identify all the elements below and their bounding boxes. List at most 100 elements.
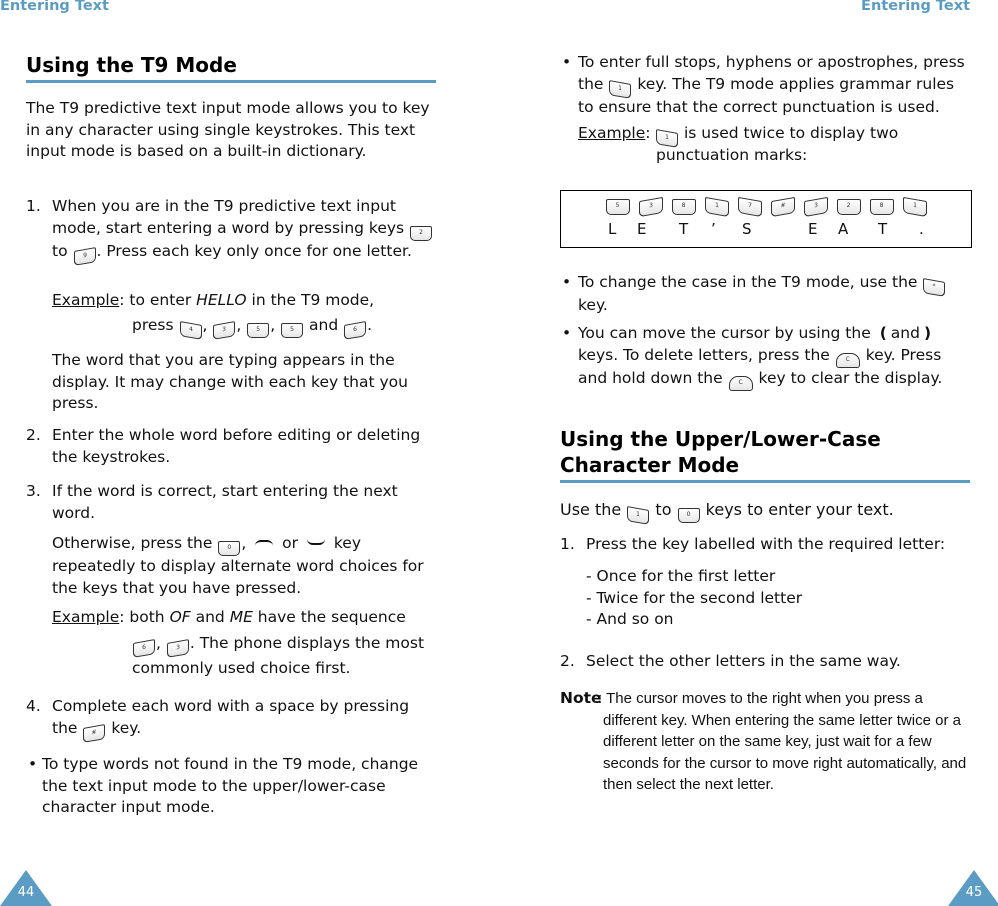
step-text: Otherwise, press the bbox=[52, 534, 213, 552]
example-letter: ’ bbox=[711, 220, 716, 238]
bullet-icon: • bbox=[562, 324, 572, 342]
sub-item: - And so on bbox=[586, 610, 674, 628]
bullet-text: You can move the cursor by using the bbox=[578, 324, 871, 342]
example-text: press bbox=[132, 316, 174, 334]
key-4-icon: 4 bbox=[179, 321, 202, 340]
key-0-icon: 0 bbox=[677, 508, 700, 523]
title-rule bbox=[560, 480, 970, 483]
example-hello-keys: press 4, 3, 5, 5 and 6. bbox=[132, 315, 442, 340]
bullet-punctuation: To enter full stops, hyphens or apostrop… bbox=[578, 52, 973, 118]
example-hello: Example: to enter HELLO in the T9 mode, bbox=[52, 290, 437, 312]
example-punctuation-text: is used twice to display two punctuation… bbox=[656, 124, 899, 164]
key-3-icon: 3 bbox=[213, 321, 236, 340]
key-5-icon: 5 bbox=[281, 323, 304, 338]
bullet-case: To change the case in the T9 mode, use t… bbox=[578, 272, 973, 317]
key-1-icon: 1 bbox=[627, 506, 650, 525]
key-3-icon: 3 bbox=[166, 639, 189, 658]
bullet-text: and bbox=[890, 324, 920, 342]
right-nav-key-icon: ) bbox=[923, 324, 932, 342]
bullet-text: key. bbox=[578, 296, 608, 314]
bullet-text: key to clear the display. bbox=[758, 368, 943, 387]
step-3-text: If the word is correct, start entering t… bbox=[52, 482, 398, 522]
section-title: Using the Upper/Lower-Case Character Mod… bbox=[560, 426, 881, 478]
example-text: and bbox=[190, 608, 230, 626]
key-3-icon: 3 bbox=[638, 196, 663, 218]
step-number: 2. bbox=[26, 426, 41, 444]
note-text: : The cursor moves to the right when you… bbox=[598, 690, 967, 793]
bullet-icon: • bbox=[562, 53, 572, 71]
step-number: 2. bbox=[560, 652, 575, 670]
step-number: 3. bbox=[26, 482, 41, 500]
intro-text: keys to enter your text. bbox=[705, 500, 894, 519]
example-text: : both bbox=[119, 608, 170, 626]
example-text: and bbox=[309, 316, 339, 334]
intro-paragraph: The T9 predictive text input mode allows… bbox=[26, 99, 430, 160]
intro-text: Use the bbox=[560, 500, 622, 519]
example-label: Example bbox=[52, 608, 120, 626]
step-4-text: Complete each word with a space by press… bbox=[52, 696, 437, 743]
sub-item: - Twice for the second letter bbox=[586, 588, 803, 607]
key-5-icon: 5 bbox=[605, 199, 630, 215]
right-page: Entering Text • To enter full stops, hyp… bbox=[528, 0, 998, 906]
example-of-me-keys: 6, 3. The phone displays the most common… bbox=[132, 634, 425, 677]
example-letter: . bbox=[919, 220, 924, 238]
bullet-text: keys. To delete letters, press the bbox=[578, 345, 830, 364]
example-label: Example bbox=[578, 124, 646, 142]
section-title: Using the T9 Mode bbox=[26, 53, 237, 77]
page-number: 45 bbox=[965, 885, 983, 900]
key-hash-space-icon: # bbox=[83, 723, 106, 743]
example-text: have the sequence bbox=[252, 608, 406, 626]
step-2-text: Enter the whole word before editing or d… bbox=[52, 426, 421, 466]
example-label: Example bbox=[52, 291, 120, 309]
example-letter: E bbox=[637, 220, 647, 238]
key-8-icon: 8 bbox=[869, 199, 894, 215]
key-2-icon: 2 bbox=[410, 225, 433, 241]
key-5-icon: 5 bbox=[247, 323, 270, 338]
clear-key-icon: C bbox=[728, 375, 753, 391]
example-text: : to enter bbox=[119, 291, 197, 309]
down-key-icon bbox=[306, 538, 325, 545]
intro-paragraph: Use the 1 to 0 keys to enter your text. bbox=[560, 499, 970, 525]
example-letter: S bbox=[742, 220, 752, 238]
example-letter: T bbox=[679, 220, 689, 238]
key-1-icon: 1 bbox=[902, 196, 927, 218]
section-title-line: Character Mode bbox=[560, 453, 740, 477]
example-letter: E bbox=[808, 220, 818, 238]
key-2-icon: 2 bbox=[836, 199, 861, 215]
clear-key-icon: C bbox=[835, 352, 860, 368]
keystroke-example-box: 5 3 8 1 7 #3 2 8 1 L E T’ S E A T. bbox=[560, 190, 972, 248]
note-label: Note bbox=[560, 688, 602, 710]
key-3-icon: 3 bbox=[803, 196, 828, 218]
bullet-cursor: You can move the cursor by using the (an… bbox=[578, 323, 973, 391]
key-0-icon: 0 bbox=[218, 541, 241, 556]
step-number: 4. bbox=[26, 697, 41, 715]
left-page: Entering Text Using the T9 Mode The T9 p… bbox=[0, 0, 470, 906]
key-star-icon: * bbox=[923, 278, 946, 297]
section-title-line: Using the Upper/Lower-Case bbox=[560, 427, 881, 451]
step-text: key. bbox=[111, 718, 142, 737]
bullet-icon: • bbox=[28, 755, 38, 773]
step-text: Complete each word with a space by press… bbox=[52, 697, 410, 737]
step-text: When you are in the T9 predictive text i… bbox=[52, 197, 405, 237]
step-number: 1. bbox=[560, 535, 575, 553]
step-1-followup: The word that you are typing appears in … bbox=[52, 351, 408, 412]
key-9-icon: 9 bbox=[73, 246, 96, 266]
key-7-icon: 7 bbox=[737, 196, 762, 218]
up-key-icon bbox=[255, 540, 274, 547]
left-nav-key-icon: ( bbox=[879, 324, 887, 342]
example-word: ME bbox=[229, 608, 253, 626]
key-6-icon: 6 bbox=[133, 639, 155, 658]
page-number: 44 bbox=[17, 885, 35, 900]
example-text: in the T9 mode, bbox=[246, 291, 375, 309]
example-letter: L bbox=[608, 220, 617, 238]
step-text: . Press each key only once for one lette… bbox=[96, 241, 412, 260]
step-3-otherwise: Otherwise, press the 0, or key repeatedl… bbox=[52, 534, 424, 597]
example-word: OF bbox=[169, 608, 191, 626]
title-rule bbox=[26, 80, 436, 83]
key-6-icon: 6 bbox=[344, 321, 367, 340]
bullet-text: To type words not found in the T9 mode, … bbox=[42, 755, 419, 816]
step-number: 1. bbox=[26, 197, 41, 215]
running-head: Entering Text bbox=[861, 0, 970, 14]
sub-item-list: - Once for the first letter - Twice for … bbox=[586, 566, 976, 631]
example-letter: T bbox=[878, 220, 888, 238]
